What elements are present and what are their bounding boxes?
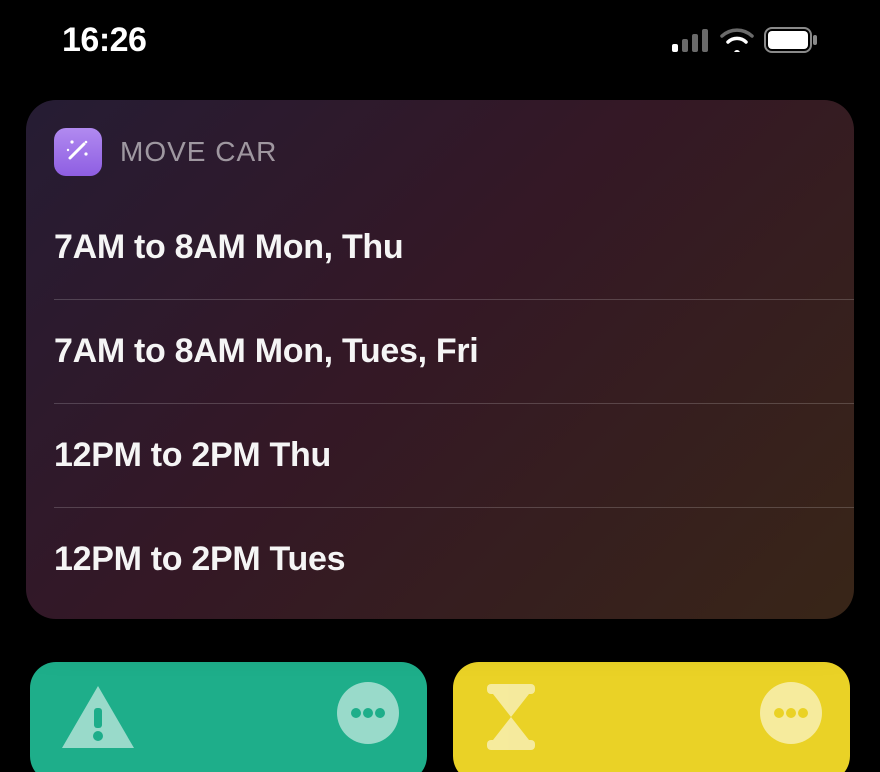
more-icon[interactable] (760, 682, 822, 744)
list-item[interactable]: 12PM to 2PM Thu (26, 404, 854, 507)
list-item[interactable]: 12PM to 2PM Tues (26, 508, 854, 611)
app-icon (54, 128, 102, 176)
status-indicators (672, 27, 818, 53)
status-bar: 16:26 (0, 0, 880, 80)
widget-title: MOVE CAR (120, 136, 277, 168)
list-item[interactable]: 7AM to 8AM Mon, Thu (26, 196, 854, 299)
battery-icon (764, 27, 818, 53)
more-icon[interactable] (337, 682, 399, 744)
signal-icon (672, 28, 710, 52)
hourglass-icon (481, 682, 541, 757)
background-cards (30, 662, 850, 772)
status-time: 16:26 (62, 21, 146, 60)
list-item[interactable]: 7AM to 8AM Mon, Tues, Fri (26, 300, 854, 403)
alert-icon (58, 682, 138, 757)
magic-wand-icon (64, 136, 92, 169)
widget-card[interactable]: MOVE CAR 7AM to 8AM Mon, Thu 7AM to 8AM … (26, 100, 854, 619)
background-card-yellow[interactable] (453, 662, 850, 772)
background-card-green[interactable] (30, 662, 427, 772)
widget-header: MOVE CAR (26, 100, 854, 196)
wifi-icon (720, 28, 754, 52)
